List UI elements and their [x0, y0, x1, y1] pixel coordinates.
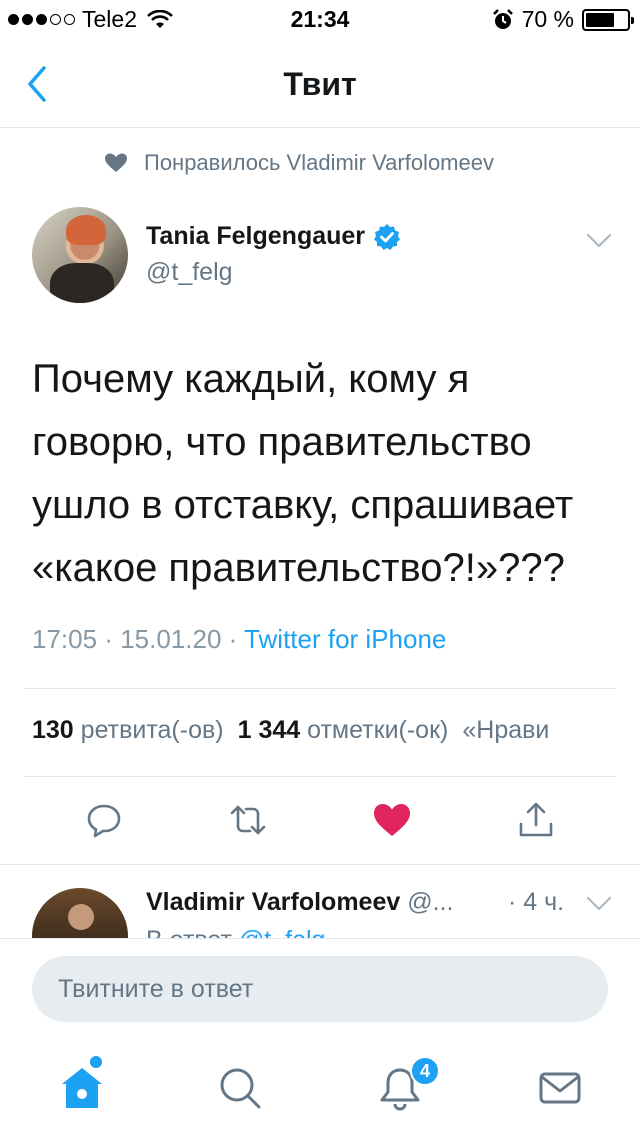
- heart-filled-icon: [374, 804, 410, 836]
- meta-separator: ·: [104, 624, 121, 654]
- author-handle[interactable]: @t_felg: [146, 258, 233, 287]
- reply-prefix: В ответ: [146, 926, 232, 938]
- reply-compose[interactable]: [32, 956, 608, 1022]
- author-name-text: Tania Felgengauer: [146, 222, 366, 250]
- status-right: 70 %: [492, 6, 634, 33]
- divider: [0, 938, 640, 939]
- liked-by-text: Понравилось Vladimir Varfolomeev: [144, 150, 494, 175]
- home-unread-dot: [90, 1056, 102, 1068]
- author-name[interactable]: Tania Felgengauer: [146, 222, 401, 251]
- tweet-time: 17:05: [32, 624, 98, 654]
- alarm-icon: [492, 8, 513, 29]
- reply-icon: [87, 804, 121, 838]
- reply-time: · 4 ч.: [508, 888, 565, 916]
- status-bar: Tele2 21:34 70 %: [0, 0, 640, 40]
- share-button[interactable]: [516, 800, 556, 840]
- retweets-count: 130: [32, 716, 74, 744]
- liked-by-context[interactable]: Понравилось Vladimir Varfolomeev: [104, 150, 494, 176]
- reply-mention-link[interactable]: @t_felg: [239, 926, 326, 938]
- divider: [0, 864, 640, 865]
- divider: [24, 776, 616, 777]
- meta-separator: ·: [228, 624, 245, 654]
- tweet-stats: 130 ретвита(-ов) 1 344 отметки(-ок) «Нрави: [32, 716, 640, 745]
- likes-count: 1 344: [237, 716, 301, 744]
- chevron-down-icon[interactable]: [586, 896, 612, 912]
- mail-icon: [539, 1072, 581, 1104]
- tweet-date: 15.01.20: [120, 624, 222, 654]
- tab-search[interactable]: [216, 1064, 264, 1112]
- reply-context: В ответ @t_felg: [146, 926, 325, 938]
- reply-input[interactable]: [32, 956, 608, 1022]
- like-button[interactable]: [372, 800, 412, 840]
- author-avatar[interactable]: [32, 207, 128, 303]
- heart-icon: [105, 153, 127, 172]
- retweet-icon: [230, 805, 266, 835]
- reply-tweet[interactable]: Vladimir Varfolomeev @... · 4 ч. В ответ…: [0, 866, 640, 938]
- tweet-text: Почему каждый, кому я говорю, что правит…: [32, 357, 574, 590]
- retweets-label: ретвита(-ов): [80, 716, 224, 744]
- tab-home[interactable]: [58, 1064, 106, 1112]
- reply-avatar[interactable]: [32, 888, 128, 938]
- tweet-meta: 17:05 · 15.01.20 · Twitter for iPhone: [32, 624, 446, 655]
- home-icon: [62, 1068, 102, 1108]
- reply-author-handle: @...: [407, 888, 454, 916]
- chevron-down-icon[interactable]: [586, 233, 612, 249]
- tweet-source-link[interactable]: Twitter for iPhone: [244, 624, 446, 654]
- navigation-bar: Твит: [0, 40, 640, 128]
- likes-label: отметки(-ок): [307, 716, 449, 744]
- likes-stat[interactable]: 1 344 отметки(-ок): [238, 716, 449, 744]
- retweet-button[interactable]: [228, 800, 268, 840]
- battery-percent: 70 %: [521, 6, 574, 32]
- reply-author[interactable]: Vladimir Varfolomeev @...: [146, 888, 453, 917]
- reply-author-name: Vladimir Varfolomeev: [146, 888, 401, 916]
- reply-button[interactable]: [84, 800, 124, 840]
- share-icon: [519, 802, 553, 837]
- divider: [24, 688, 616, 689]
- battery-icon: [582, 8, 634, 31]
- page-title: Твит: [283, 66, 357, 102]
- search-icon: [220, 1068, 261, 1109]
- likes-more[interactable]: «Нрави: [462, 716, 549, 744]
- notifications-badge: 4: [410, 1056, 440, 1086]
- tab-messages[interactable]: [536, 1064, 584, 1112]
- verified-badge-icon: [374, 223, 401, 250]
- retweets-stat[interactable]: 130 ретвита(-ов): [32, 716, 224, 744]
